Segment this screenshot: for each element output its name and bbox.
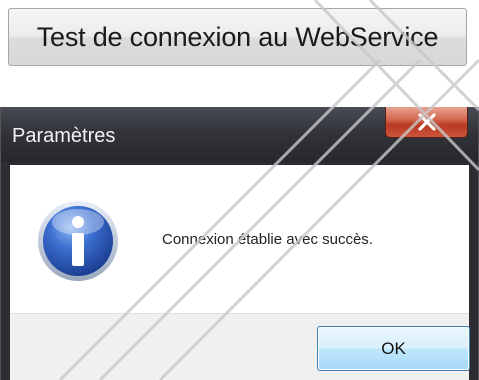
ok-button-label: OK <box>381 338 406 358</box>
test-webservice-connection-button[interactable]: Test de connexion au WebService <box>8 8 467 66</box>
test-webservice-connection-label: Test de connexion au WebService <box>36 21 439 52</box>
dialog-content: Connexion établie avec succès. <box>10 165 469 313</box>
dialog-title: Paramètres <box>12 125 116 147</box>
parametres-dialog: Paramètres Connexion établie avec succès… <box>0 107 479 380</box>
dialog-footer: OK <box>10 313 470 380</box>
close-icon <box>417 113 436 131</box>
information-icon <box>38 201 118 281</box>
dialog-close-button[interactable] <box>385 107 468 138</box>
ok-button[interactable]: OK <box>317 326 470 371</box>
dialog-titlebar[interactable]: Paramètres <box>1 107 478 162</box>
dialog-message: Connexion établie avec succès. <box>162 231 373 248</box>
